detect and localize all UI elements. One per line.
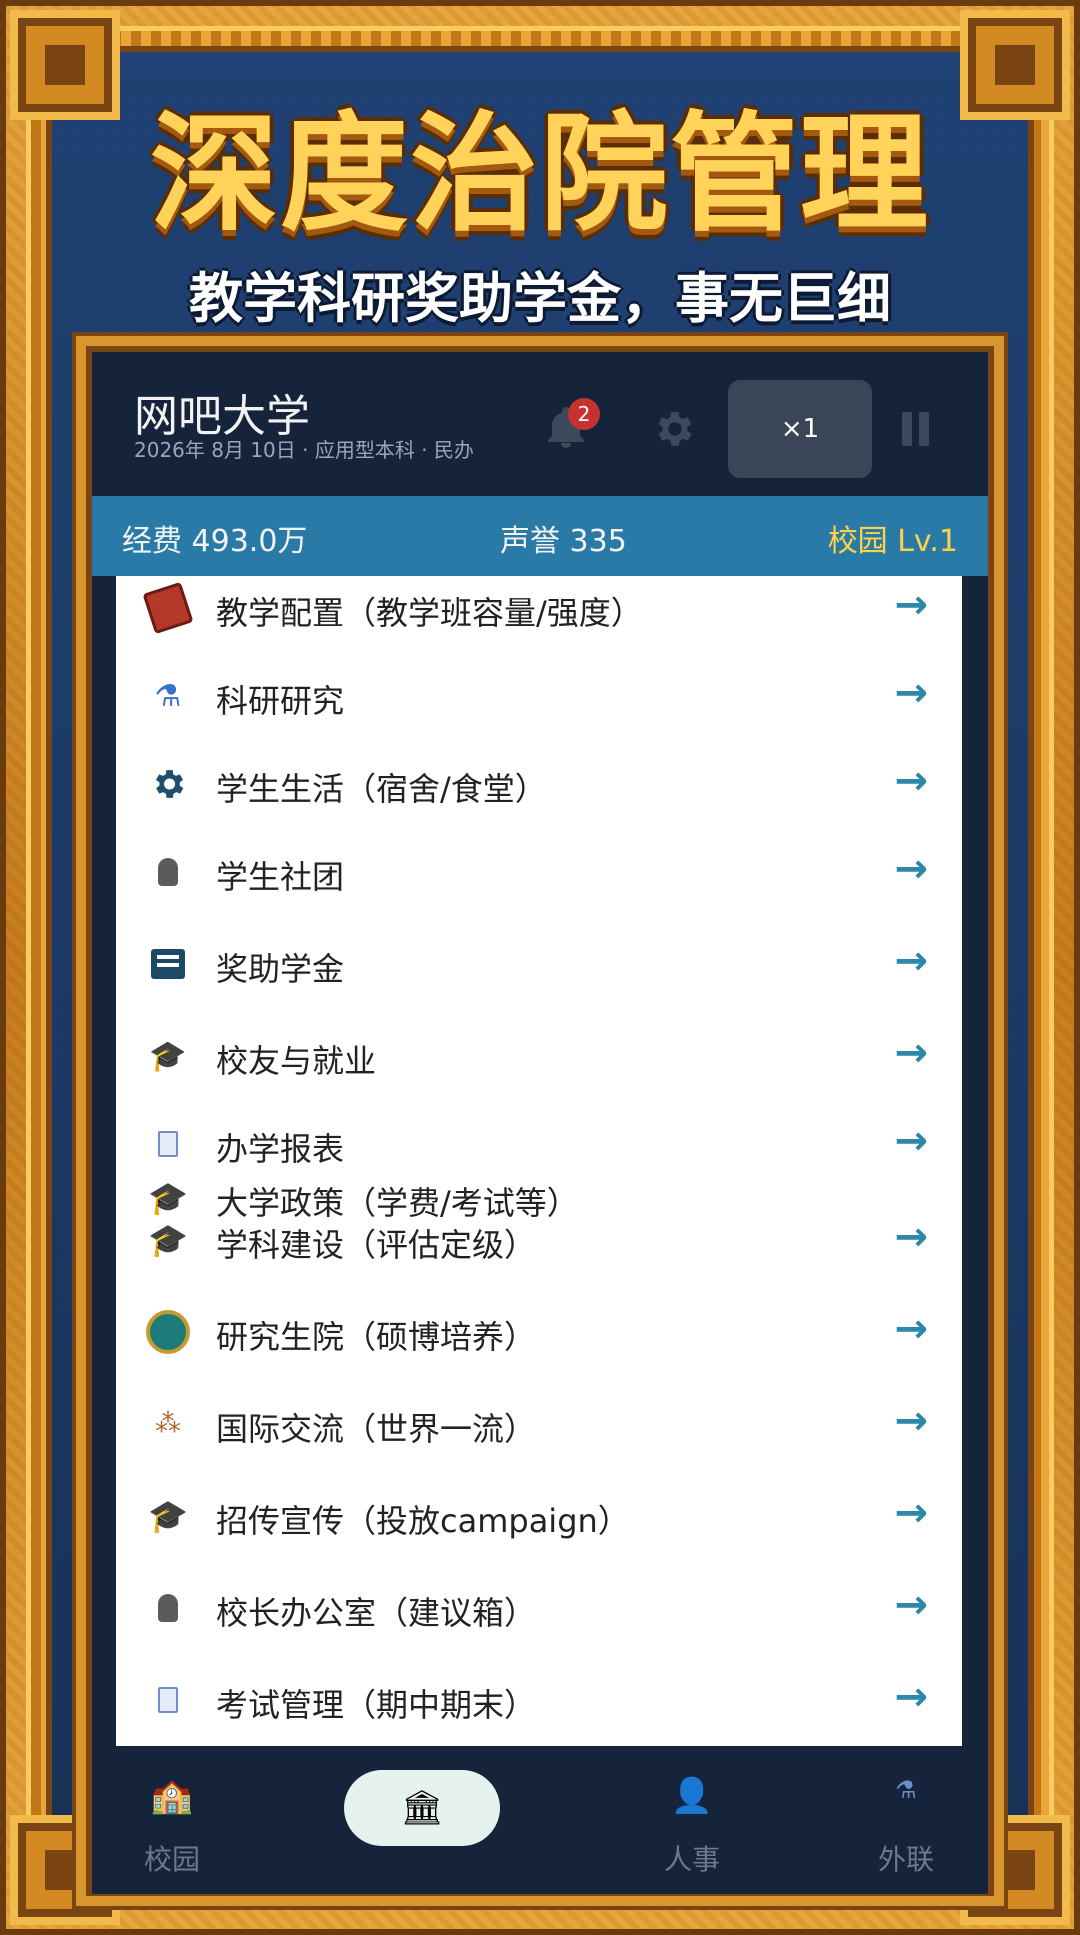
menu-item-president-office[interactable]: 校长办公室（建议箱） → [116,1568,962,1652]
banner-title: 深度治院管理 [149,100,930,249]
school-meta: 2026年 8月 10日 · 应用型本科 · 民办 [134,438,474,462]
arrow-right-icon: → [894,582,928,628]
menu-item-label: 学科建设（评估定级） [216,1226,537,1264]
arrow-right-icon: → [894,1306,928,1352]
gear-icon [146,762,190,806]
person-icon [146,850,190,894]
banner-subtitle: 教学科研奖助学金，事无巨细 [189,267,891,330]
report-icon [146,1678,190,1722]
app-header: 网吧大学 2026年 8月 10日 · 应用型本科 · 民办 2 ×1 [92,354,988,496]
menu-item-label: 教学配置（教学班容量/强度） [216,594,643,632]
graduation-cap-icon: 🎓 [148,1497,188,1535]
menu-item-alumni-employment[interactable]: 🎓 校友与就业 → [116,1016,962,1100]
menu-item-label: 国际交流（世界一流） [216,1410,537,1448]
lab-flask-icon: ⚗ [895,1776,917,1804]
funds-stat: 经费 493.0万 [122,524,308,559]
menu-item-scholarships[interactable]: 奖助学金 → [116,924,962,1008]
university-building-icon: 🏛 [400,1788,444,1828]
campus-level-stat: 校园 Lv.1 [827,524,958,559]
arrow-right-icon: → [894,1674,928,1720]
document-icon [146,942,190,986]
flask-icon: ⚗ [154,678,182,714]
bottom-nav: 🏫 校园 🏛 👤 人事 ⚗ 外联 [92,1746,988,1894]
active-tab-pill: 🏛 [344,1770,500,1846]
menu-item-label: 科研研究 [216,682,345,720]
menu-item-label: 校友与就业 [216,1042,377,1080]
nav-tab-label: 人事 [663,1843,720,1876]
staff-person-icon: 👤 [670,1776,714,1816]
gear-icon [658,412,692,446]
menu-item-international-exchange[interactable]: ⁂ 国际交流（世界一流） → [116,1384,962,1468]
menu-item-label: 校长办公室（建议箱） [216,1594,537,1632]
menu-item-graduate-school[interactable]: 研究生院（硕博培养） → [116,1292,962,1376]
stats-bar: 经费 493.0万 声誉 335 校园 Lv.1 [92,496,988,576]
arrow-right-icon: → [894,1398,928,1444]
nav-tab-label: 校园 [143,1843,200,1876]
settings-button[interactable] [650,406,696,456]
menu-item-discipline-building[interactable]: 🎓 学科建设（评估定级） → [116,1200,962,1284]
menu-item-label: 学生社团 [216,858,345,896]
network-icon: ⁂ [155,1409,181,1439]
menu-item-label: 奖助学金 [216,950,345,988]
arrow-right-icon: → [894,1582,928,1628]
menu-item-promotion[interactable]: 🎓 招传宣传（投放campaign） → [116,1476,962,1560]
arrow-right-icon: → [894,670,928,716]
menu-item-student-life[interactable]: 学生生活（宿舍/食堂） → [116,744,962,828]
nav-tab-campus[interactable]: 🏫 校园 [112,1746,232,1894]
menu-item-teaching-config[interactable]: 教学配置（教学班容量/强度） → [116,576,962,652]
pause-icon [919,412,929,446]
menu-item-label: 考试管理（期中期末） [216,1686,537,1724]
menu-item-research[interactable]: ⚗ 科研研究 → [116,656,962,740]
menu-item-label: 学生生活（宿舍/食堂） [216,770,547,808]
pause-icon [902,412,912,446]
menu-item-student-clubs[interactable]: 学生社团 → [116,832,962,916]
arrow-right-icon: → [894,938,928,984]
medal-icon [146,1310,190,1354]
app-window: 网吧大学 2026年 8月 10日 · 应用型本科 · 民办 2 ×1 经费 4… [92,354,988,1894]
nav-tab-management[interactable]: 🏛 [344,1746,500,1894]
book-icon [142,581,194,635]
menu-item-exam-management[interactable]: 考试管理（期中期末） → [116,1660,962,1744]
notification-badge: 2 [568,398,600,430]
game-speed-button[interactable]: ×1 [728,380,872,478]
management-menu-list: 教学配置（教学班容量/强度） → ⚗ 科研研究 → 学生生活（宿舍/食堂） → … [116,576,962,1746]
nav-tab-label: 外联 [877,1843,934,1876]
arrow-right-icon: → [894,758,928,804]
menu-item-label: 招传宣传（投放campaign） [216,1502,630,1540]
nav-tab-hr[interactable]: 👤 人事 [632,1746,752,1894]
arrow-right-icon: → [894,846,928,892]
graduation-cap-icon: 🎓 [149,1038,187,1074]
reputation-stat: 声誉 335 [500,524,627,559]
school-name: 网吧大学 [134,391,310,442]
academic-hat-icon: 🎓 [148,1221,188,1259]
menu-item-label: 研究生院（硕博培养） [216,1318,537,1356]
arrow-right-icon: → [894,1490,928,1536]
arrow-right-icon: → [894,1030,928,1076]
arrow-right-icon: → [894,1214,928,1260]
pause-button[interactable] [902,412,936,446]
nav-tab-external[interactable]: ⚗ 外联 [846,1746,966,1894]
campus-buildings-icon: 🏫 [150,1776,194,1816]
person-icon [146,1586,190,1630]
